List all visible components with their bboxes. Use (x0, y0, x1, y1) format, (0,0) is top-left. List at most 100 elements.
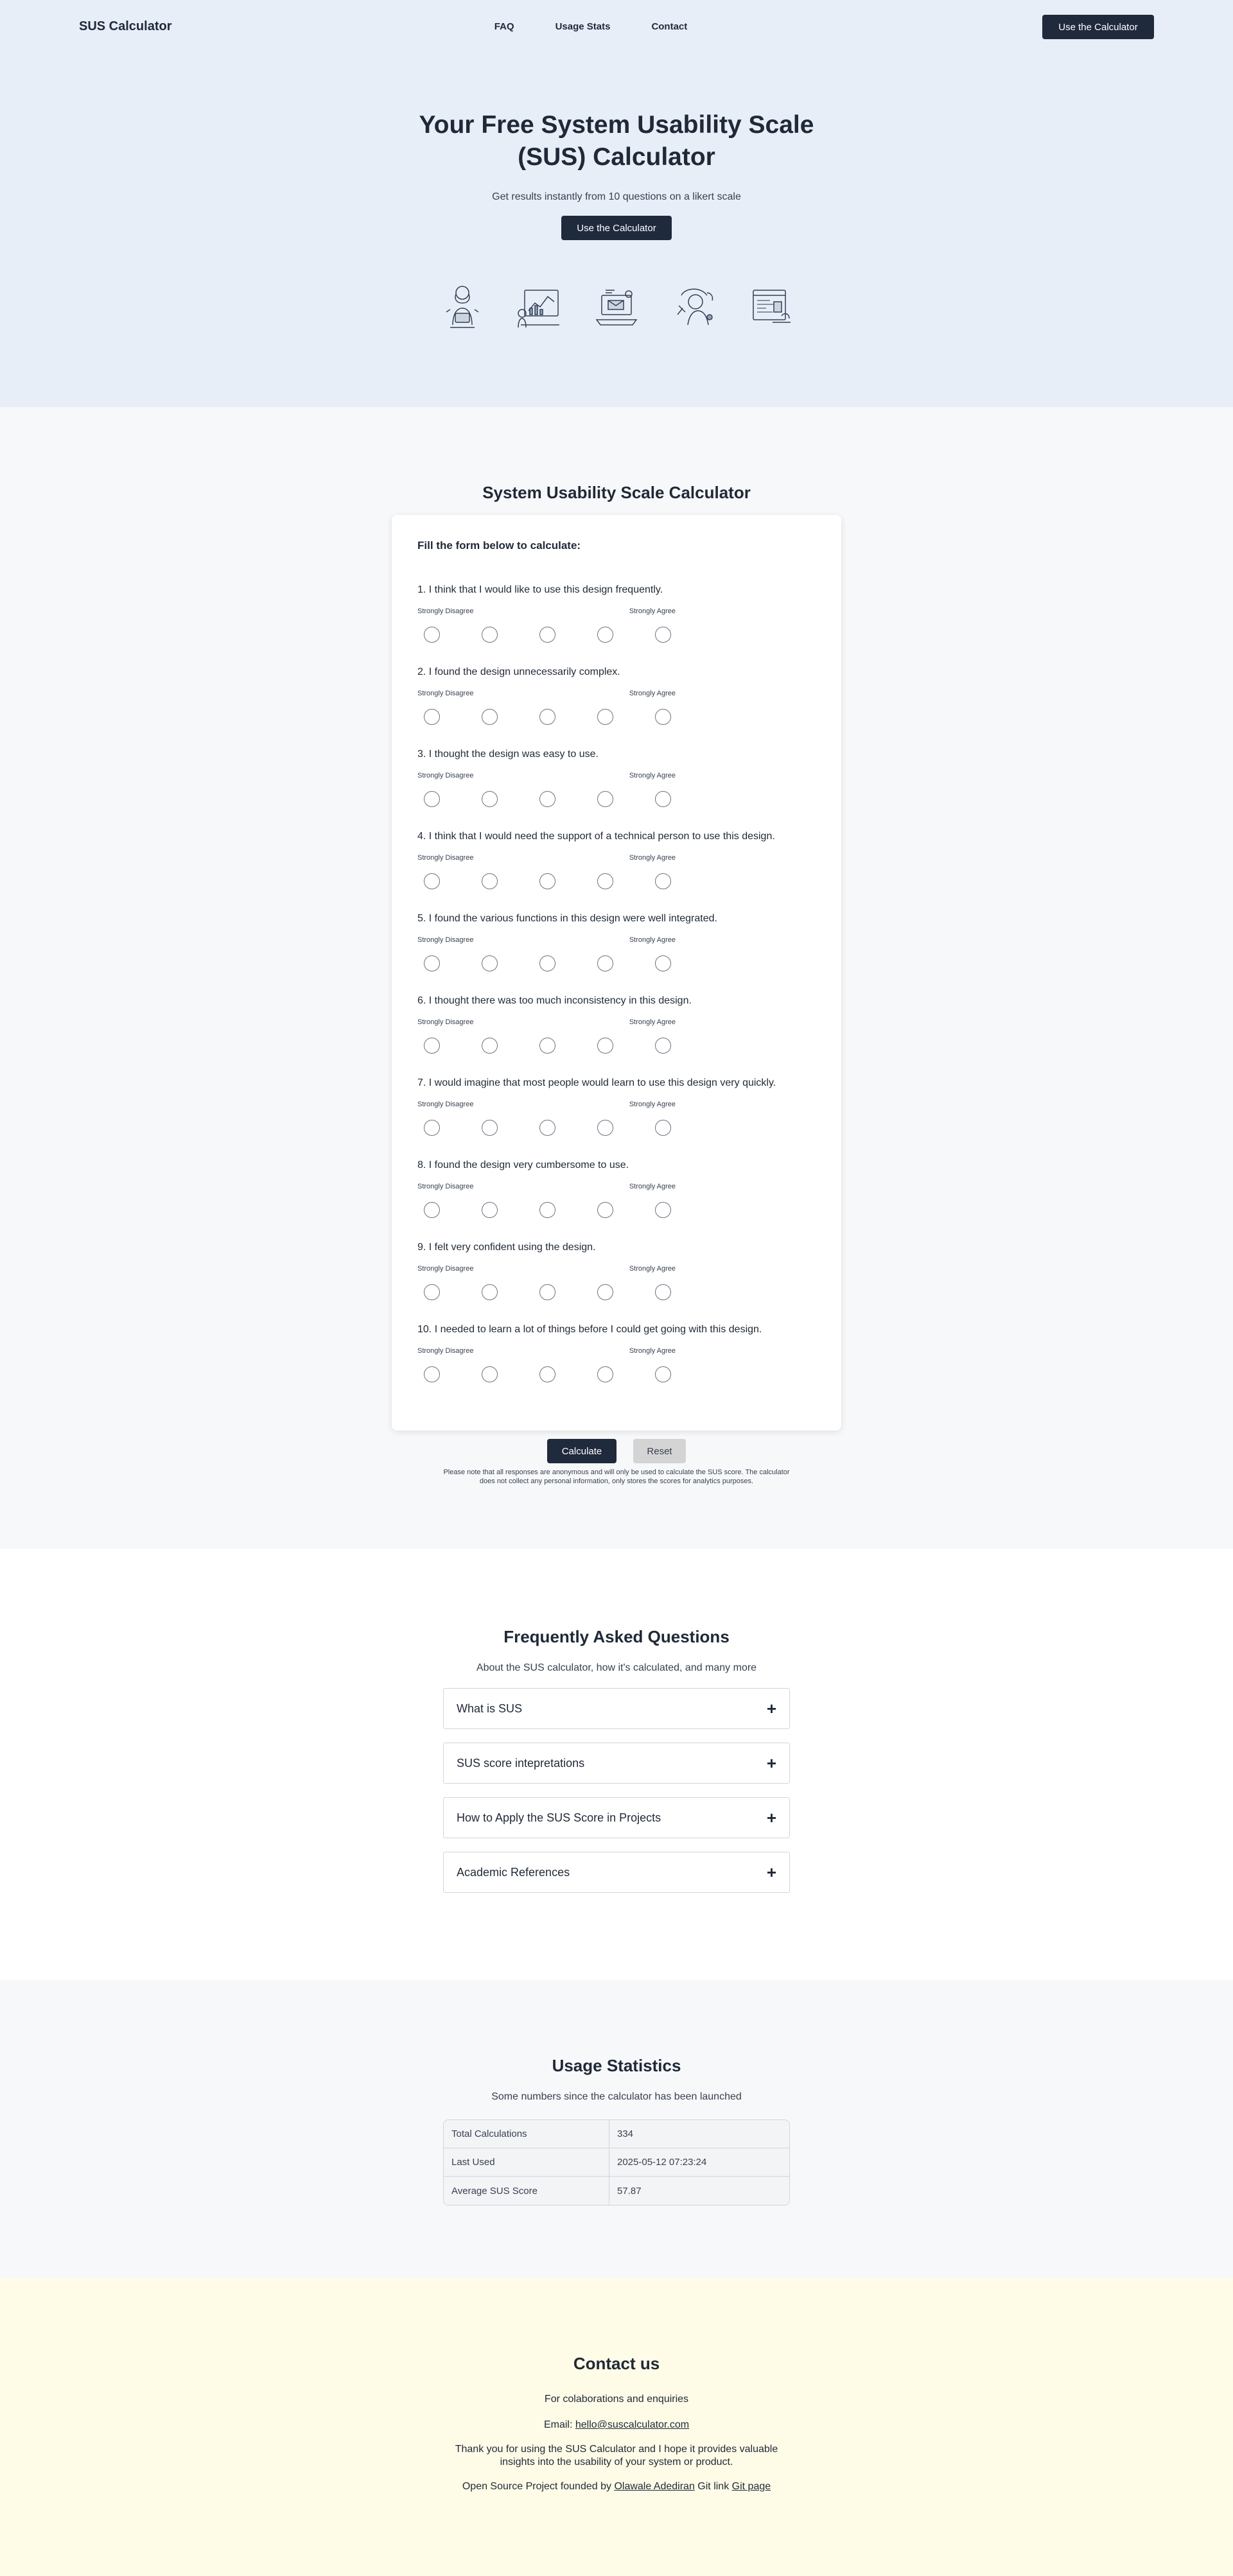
reset-button[interactable]: Reset (633, 1439, 686, 1463)
likert-radio-3[interactable] (539, 1120, 555, 1136)
scale-labels: Strongly Disagree Strongly Agree (417, 607, 676, 615)
likert-radio-1[interactable] (424, 873, 440, 889)
git-page-link[interactable]: Git page (732, 2481, 771, 2492)
email-link[interactable]: hello@suscalculator.com (575, 2419, 689, 2430)
likert-radio-2[interactable] (482, 873, 498, 889)
usage-stats-section: Usage Statistics Some numbers since the … (0, 1980, 1233, 2278)
faq-item-apply-in-projects[interactable]: How to Apply the SUS Score in Projects + (443, 1797, 790, 1838)
likert-radio-2[interactable] (482, 1366, 498, 1382)
likert-radio-2[interactable] (482, 1284, 498, 1300)
likert-radio-5[interactable] (655, 791, 671, 807)
likert-radio-3[interactable] (539, 1202, 555, 1218)
likert-radio-5[interactable] (655, 1202, 671, 1218)
likert-radio-4[interactable] (597, 627, 613, 643)
likert-radio-2[interactable] (482, 709, 498, 725)
likert-radio-3[interactable] (539, 1366, 555, 1382)
likert-radio-3[interactable] (539, 627, 555, 643)
likert-radio-4[interactable] (597, 1284, 613, 1300)
likert-radio-5[interactable] (655, 1284, 671, 1300)
likert-radio-3[interactable] (539, 955, 555, 971)
faq-title: Frequently Asked Questions (503, 1627, 730, 1646)
faq-item-what-is-sus[interactable]: What is SUS + (443, 1688, 790, 1729)
likert-radio-5[interactable] (655, 627, 671, 643)
likert-radio-5[interactable] (655, 1366, 671, 1382)
likert-radio-3[interactable] (539, 1284, 555, 1300)
calculate-button[interactable]: Calculate (547, 1439, 616, 1463)
scale-max-label: Strongly Agree (629, 1018, 676, 1026)
founder-link[interactable]: Olawale Adediran (614, 2481, 694, 2492)
likert-radio-2[interactable] (482, 791, 498, 807)
likert-radio-group (424, 1366, 816, 1382)
likert-radio-2[interactable] (482, 1120, 498, 1136)
form-heading: Fill the form below to calculate: (417, 539, 581, 552)
likert-radio-3[interactable] (539, 1038, 555, 1054)
top-navbar: SUS Calculator FAQ Usage Stats Contact U… (0, 0, 1233, 53)
scale-min-label: Strongly Disagree (417, 854, 474, 862)
scale-labels: Strongly Disagree Strongly Agree (417, 772, 676, 779)
stats-subtitle: Some numbers since the calculator has be… (491, 2091, 742, 2102)
likert-radio-group (424, 873, 816, 889)
likert-radio-2[interactable] (482, 1202, 498, 1218)
question-block: 4. I think that I would need the support… (417, 831, 816, 889)
likert-radio-1[interactable] (424, 709, 440, 725)
likert-radio-5[interactable] (655, 1038, 671, 1054)
question-block: 6. I thought there was too much inconsis… (417, 995, 816, 1054)
faq-item-academic-references[interactable]: Academic References + (443, 1852, 790, 1893)
nav-faq-link[interactable]: FAQ (494, 21, 514, 32)
likert-radio-4[interactable] (597, 873, 613, 889)
scale-labels: Strongly Disagree Strongly Agree (417, 1101, 676, 1108)
likert-radio-5[interactable] (655, 709, 671, 725)
hero-title-line-1: Your Free System Usability Scale (419, 111, 814, 139)
likert-radio-4[interactable] (597, 791, 613, 807)
brand-logo[interactable]: SUS Calculator (79, 19, 171, 34)
likert-radio-4[interactable] (597, 1366, 613, 1382)
likert-radio-group (424, 955, 816, 971)
likert-radio-group (424, 627, 816, 643)
scale-labels: Strongly Disagree Strongly Agree (417, 1018, 676, 1026)
scale-min-label: Strongly Disagree (417, 1018, 474, 1026)
likert-radio-5[interactable] (655, 873, 671, 889)
question-text: 3. I thought the design was easy to use. (417, 749, 599, 760)
header-use-calculator-button[interactable]: Use the Calculator (1042, 15, 1154, 39)
likert-radio-group (424, 1202, 816, 1218)
contact-title: Contact us (573, 2354, 660, 2373)
likert-radio-4[interactable] (597, 1038, 613, 1054)
likert-radio-1[interactable] (424, 791, 440, 807)
likert-radio-1[interactable] (424, 1284, 440, 1300)
likert-radio-1[interactable] (424, 627, 440, 643)
likert-radio-1[interactable] (424, 955, 440, 971)
question-text: 9. I felt very confident using the desig… (417, 1242, 596, 1253)
question-block: 1. I think that I would like to use this… (417, 584, 816, 643)
nav-contact-link[interactable]: Contact (651, 21, 687, 32)
likert-radio-4[interactable] (597, 1120, 613, 1136)
hero-subtitle: Get results instantly from 10 questions … (492, 191, 741, 202)
likert-radio-3[interactable] (539, 873, 555, 889)
likert-radio-3[interactable] (539, 791, 555, 807)
likert-radio-1[interactable] (424, 1038, 440, 1054)
likert-radio-5[interactable] (655, 1120, 671, 1136)
likert-radio-2[interactable] (482, 1038, 498, 1054)
scale-max-label: Strongly Agree (629, 1183, 676, 1190)
likert-radio-5[interactable] (655, 955, 671, 971)
hero-title: Your Free System Usability Scale (SUS) C… (0, 109, 1233, 173)
faq-list: What is SUS + SUS score intepretations +… (443, 1688, 790, 1893)
question-text: 6. I thought there was too much inconsis… (417, 995, 692, 1006)
likert-radio-2[interactable] (482, 627, 498, 643)
likert-radio-1[interactable] (424, 1366, 440, 1382)
nav-usage-stats-link[interactable]: Usage Stats (555, 21, 611, 32)
faq-subtitle: About the SUS calculator, how it's calcu… (476, 1662, 757, 1673)
scale-min-label: Strongly Disagree (417, 1265, 474, 1273)
likert-radio-2[interactable] (482, 955, 498, 971)
question-block: 8. I found the design very cumbersome to… (417, 1160, 816, 1218)
likert-radio-4[interactable] (597, 709, 613, 725)
faq-item-score-interpretations[interactable]: SUS score intepretations + (443, 1743, 790, 1784)
likert-radio-1[interactable] (424, 1120, 440, 1136)
likert-radio-3[interactable] (539, 709, 555, 725)
likert-radio-4[interactable] (597, 1202, 613, 1218)
scale-max-label: Strongly Agree (629, 1265, 676, 1273)
hero-use-calculator-button[interactable]: Use the Calculator (561, 216, 672, 240)
privacy-note: Please note that all responses are anony… (443, 1468, 790, 1485)
stats-title: Usage Statistics (552, 2056, 681, 2075)
likert-radio-4[interactable] (597, 955, 613, 971)
likert-radio-1[interactable] (424, 1202, 440, 1218)
